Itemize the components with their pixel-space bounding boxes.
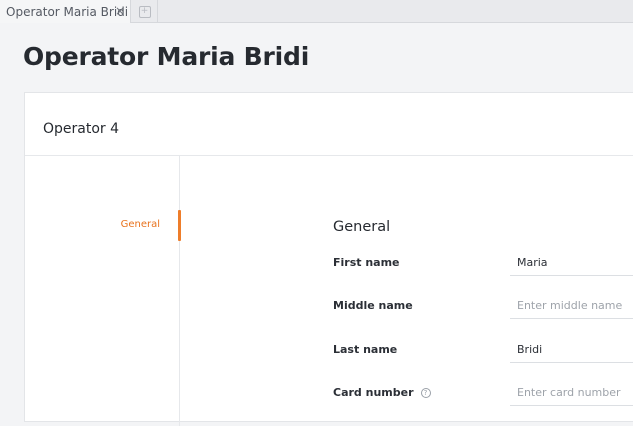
tab-bar: Operator Maria Bridi × + <box>0 0 633 23</box>
tab-label: Operator Maria Bridi <box>6 4 129 19</box>
last-name-label-text: Last name <box>333 343 398 356</box>
card-number-input[interactable] <box>510 380 633 406</box>
nav-item-label: General <box>120 219 160 230</box>
operator-card: Operator 4 General General First name Mi… <box>24 92 633 426</box>
help-icon[interactable]: ? <box>420 387 431 398</box>
first-name-row: First name <box>333 250 633 296</box>
active-indicator <box>178 210 181 241</box>
card-number-row: Card number ? <box>333 380 633 426</box>
middle-name-label: Middle name <box>333 299 413 312</box>
nav-item-general[interactable]: General <box>24 210 181 241</box>
first-name-label-text: First name <box>333 256 400 269</box>
plus-icon: + <box>138 5 151 18</box>
middle-name-row: Middle name <box>333 293 633 339</box>
last-name-label: Last name <box>333 343 397 356</box>
page-title: Operator Maria Bridi <box>23 42 310 71</box>
last-name-input[interactable] <box>510 337 633 363</box>
new-tab-button[interactable]: + <box>132 0 158 23</box>
last-name-row: Last name <box>333 337 633 383</box>
card-title: Operator 4 <box>43 121 120 137</box>
first-name-input[interactable] <box>510 250 633 276</box>
tab-operator-maria-bridi[interactable]: Operator Maria Bridi × <box>0 0 131 23</box>
card-number-label-text: Card number <box>333 386 414 399</box>
middle-name-label-text: Middle name <box>333 299 413 312</box>
first-name-label: First name <box>333 256 400 269</box>
section-title: General <box>333 219 391 235</box>
middle-name-input[interactable] <box>510 293 633 319</box>
section-nav: General <box>24 156 181 426</box>
card-number-label: Card number ? <box>333 386 431 399</box>
card-header: Operator 4 <box>25 93 633 156</box>
close-icon[interactable]: × <box>114 4 126 18</box>
